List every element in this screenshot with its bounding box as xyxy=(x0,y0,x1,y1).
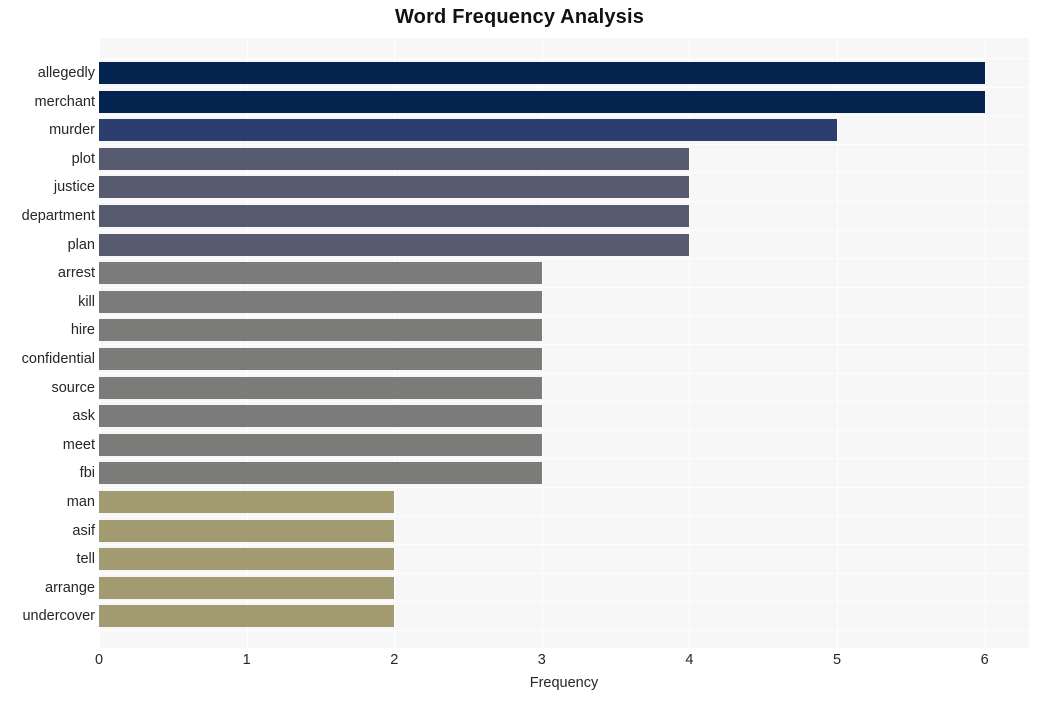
x-tick-label-0: 0 xyxy=(94,652,104,668)
bar-allegedly[interactable] xyxy=(99,62,985,84)
y-gridline xyxy=(99,258,1029,260)
chart-title: Word Frequency Analysis xyxy=(394,6,645,28)
bar-department[interactable] xyxy=(99,205,690,227)
bar-arrest[interactable] xyxy=(99,262,542,285)
bar-plan[interactable] xyxy=(99,233,690,256)
y-tick-label-justice: justice xyxy=(53,179,95,196)
y-tick-label-arrest: arrest xyxy=(57,265,95,282)
y-gridline xyxy=(99,372,1029,374)
bar-justice[interactable] xyxy=(99,176,690,199)
y-gridline xyxy=(99,630,1029,631)
y-gridline xyxy=(99,344,1029,345)
y-tick-label-ask: ask xyxy=(72,408,95,425)
bar-fbi[interactable] xyxy=(99,462,542,485)
y-tick-label-plot: plot xyxy=(71,150,95,167)
bar-plot[interactable] xyxy=(99,147,690,170)
word-frequency-chart: Word Frequency Analysis allegedly merchan… xyxy=(0,0,1039,701)
y-gridline xyxy=(99,429,1029,431)
bar-man[interactable] xyxy=(99,491,395,513)
y-tick-label-asif: asif xyxy=(72,522,95,539)
bar-source[interactable] xyxy=(99,376,542,399)
y-gridline xyxy=(99,286,1029,288)
bar-ask[interactable] xyxy=(99,405,542,428)
y-tick-label-confidential: confidential xyxy=(21,351,95,367)
bar-meet[interactable] xyxy=(99,433,542,456)
y-gridline xyxy=(99,229,1029,231)
y-axis-tick-labels: allegedly merchant murder plot justice depart… xyxy=(0,38,95,648)
y-gridline xyxy=(99,401,1029,403)
bar-arrange[interactable] xyxy=(99,576,395,599)
y-tick-label-plan: plan xyxy=(67,236,95,253)
y-tick-label-source: source xyxy=(51,379,95,396)
x-tick-label-1: 1 xyxy=(242,652,251,668)
y-gridline xyxy=(99,143,1029,145)
y-gridline xyxy=(99,86,1029,88)
bar-undercover[interactable] xyxy=(99,605,395,628)
y-gridline xyxy=(99,201,1029,202)
y-gridline xyxy=(99,572,1029,574)
y-tick-label-arrange: arrange xyxy=(45,579,95,596)
y-tick-label-meet: meet xyxy=(62,436,95,453)
bar-confidential[interactable] xyxy=(99,348,542,370)
y-tick-label-kill: kill xyxy=(78,293,95,310)
y-gridline xyxy=(99,601,1029,603)
x-tick-label-6: 6 xyxy=(980,652,989,668)
y-gridline xyxy=(99,172,1029,174)
x-axis-tick-labels: 0 1 2 3 4 5 6 xyxy=(0,652,1039,674)
y-gridline xyxy=(99,515,1029,517)
bar-merchant[interactable] xyxy=(99,90,985,113)
y-gridline xyxy=(99,58,1029,59)
y-gridline xyxy=(99,487,1029,488)
bar-kill[interactable] xyxy=(99,290,542,313)
y-gridline xyxy=(99,115,1029,117)
y-tick-label-allegedly: allegedly xyxy=(37,65,95,81)
x-tick-label-2: 2 xyxy=(390,652,399,668)
x-gridline xyxy=(984,38,986,648)
y-gridline xyxy=(99,458,1029,460)
bar-asif[interactable] xyxy=(99,519,395,542)
x-tick-label-3: 3 xyxy=(537,652,546,668)
y-tick-label-tell: tell xyxy=(76,551,95,568)
bar-hire[interactable] xyxy=(99,319,542,342)
x-tick-label-4: 4 xyxy=(685,652,694,668)
x-axis-title: Frequency xyxy=(529,675,599,691)
y-tick-label-merchant: merchant xyxy=(34,93,95,110)
y-gridline xyxy=(99,544,1029,546)
bar-tell[interactable] xyxy=(99,548,395,571)
x-tick-label-5: 5 xyxy=(833,652,842,668)
y-tick-label-undercover: undercover xyxy=(22,608,95,625)
y-gridline xyxy=(99,315,1029,317)
y-tick-label-fbi: fbi xyxy=(79,465,95,482)
bar-murder[interactable] xyxy=(99,119,838,142)
y-tick-label-murder: murder xyxy=(49,122,95,139)
y-tick-label-man: man xyxy=(66,494,95,510)
y-tick-label-department: department xyxy=(21,208,95,224)
y-tick-label-hire: hire xyxy=(70,322,95,339)
x-gridline xyxy=(837,38,839,648)
plot-area xyxy=(99,38,1029,648)
